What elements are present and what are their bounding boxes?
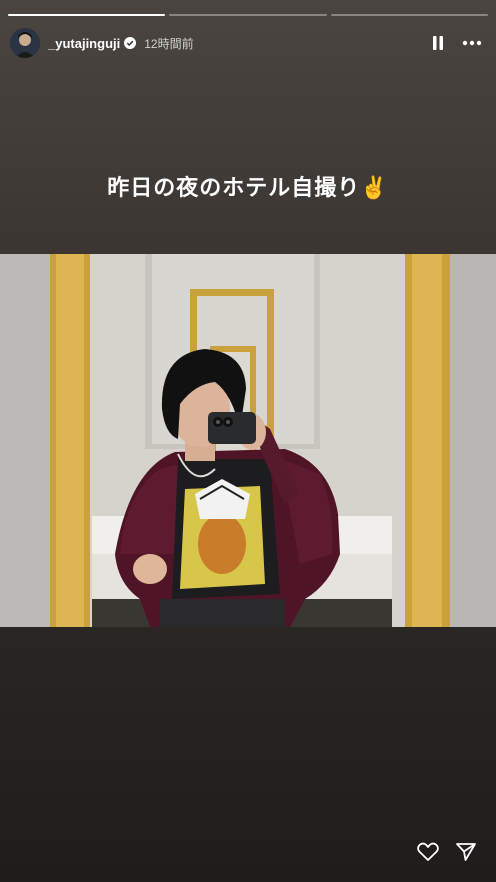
more-options-button[interactable] [458,29,486,57]
share-button[interactable] [454,840,478,864]
username[interactable]: _yutajinguji [48,36,120,51]
pause-button[interactable] [424,29,452,57]
more-icon [462,40,482,46]
story-footer [416,840,478,864]
pause-icon [433,36,443,50]
heart-icon [417,842,439,861]
like-button[interactable] [416,840,440,864]
story-photo [0,254,496,627]
story-header: _yutajinguji 12時間前 [10,28,486,58]
send-icon [456,843,476,861]
mirror-selfie-image [0,254,496,627]
verified-badge-icon [124,37,137,49]
progress-segment-2 [169,14,327,16]
avatar-image [10,28,40,58]
progress-fill-1 [8,14,166,16]
story-progress [8,14,488,16]
avatar[interactable] [10,28,40,58]
story-caption: 昨日の夜のホテル自撮り✌️ [107,176,389,201]
post-time: 12時間前 [144,36,194,51]
progress-segment-1 [8,14,166,16]
progress-segment-3 [330,14,488,16]
